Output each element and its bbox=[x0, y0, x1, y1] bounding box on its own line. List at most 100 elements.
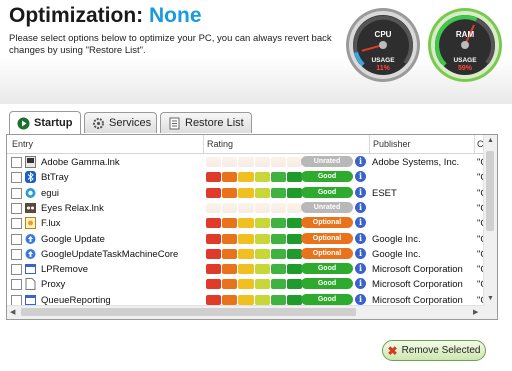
rating-segment bbox=[286, 294, 303, 305]
info-icon[interactable]: i bbox=[355, 263, 366, 275]
tab-startup[interactable]: Startup bbox=[9, 111, 81, 134]
rating-segment bbox=[286, 172, 303, 183]
rating-segment bbox=[254, 279, 270, 290]
tab-restore-list[interactable]: Restore List bbox=[160, 112, 252, 133]
entry-name: Adobe Gamma.lnk bbox=[41, 157, 120, 168]
row-checkbox[interactable] bbox=[11, 264, 22, 276]
table-row[interactable]: GoogleUpdateTaskMachineCore Optional i Goog… bbox=[7, 247, 485, 262]
info-icon[interactable]: i bbox=[355, 232, 366, 244]
row-checkbox[interactable] bbox=[11, 157, 22, 168]
cpu-gauge-label: CPU bbox=[375, 30, 392, 39]
rating-segment bbox=[270, 157, 286, 167]
info-icon[interactable]: i bbox=[355, 278, 366, 290]
scroll-left-icon[interactable]: ◀ bbox=[10, 308, 15, 316]
remove-selected-button[interactable]: ✖ Remove Selected bbox=[382, 340, 486, 361]
row-checkbox[interactable] bbox=[11, 187, 22, 199]
column-rating[interactable]: Rating bbox=[207, 139, 233, 149]
rating-segment bbox=[222, 264, 238, 275]
column-header-row: Entry Rating Publisher Co bbox=[7, 135, 485, 154]
rating-segment bbox=[238, 279, 254, 290]
rating-segment bbox=[286, 202, 303, 213]
rating-segment bbox=[238, 157, 254, 167]
table-row[interactable]: ProxyGoodiMicrosoft Corporation"C: bbox=[7, 277, 485, 292]
rating-segment bbox=[238, 172, 254, 183]
startup-icon bbox=[17, 117, 30, 130]
column-entry[interactable]: Entry bbox=[12, 139, 33, 149]
rating-segment bbox=[222, 248, 238, 259]
row-checkbox[interactable] bbox=[11, 218, 22, 230]
rating-segment bbox=[254, 248, 270, 259]
row-checkbox[interactable] bbox=[11, 172, 22, 184]
info-icon[interactable]: i bbox=[355, 201, 366, 213]
rating-bar bbox=[206, 233, 303, 244]
rating-segment bbox=[270, 187, 286, 198]
rating-bar bbox=[206, 294, 303, 305]
rating-badge: Good bbox=[301, 278, 353, 290]
rating-badge: Good bbox=[301, 171, 353, 183]
rating-segment bbox=[270, 248, 286, 259]
rating-segment bbox=[254, 157, 270, 167]
rating-segment bbox=[238, 294, 254, 305]
row-checkbox[interactable] bbox=[11, 279, 22, 291]
scroll-up-icon[interactable]: ▲ bbox=[487, 137, 494, 144]
rating-segment bbox=[206, 294, 222, 305]
info-icon[interactable]: i bbox=[355, 247, 366, 259]
rating-segment bbox=[206, 187, 222, 198]
google-update-icon bbox=[25, 233, 36, 245]
rating-segment bbox=[222, 157, 238, 167]
rating-segment bbox=[206, 202, 222, 213]
table-row[interactable]: BtTrayGoodi"C: bbox=[7, 170, 485, 185]
rating-segment bbox=[286, 248, 303, 259]
table-row[interactable]: F.luxOptionali"C: bbox=[7, 216, 485, 231]
startup-grid: Entry Rating Publisher Co Adobe Gamma.ln… bbox=[7, 135, 485, 307]
rating-segment bbox=[206, 264, 222, 275]
tab-restore-list-label: Restore List bbox=[185, 117, 244, 129]
cpu-gauge-value: 11% bbox=[376, 65, 390, 72]
rating-segment bbox=[222, 233, 238, 244]
rating-segment bbox=[254, 172, 270, 183]
bluetooth-icon bbox=[25, 171, 36, 184]
row-checkbox[interactable] bbox=[11, 248, 22, 260]
entry-name: egui bbox=[41, 187, 59, 199]
scroll-right-icon[interactable]: ▶ bbox=[473, 308, 478, 316]
rating-segment bbox=[270, 172, 286, 183]
info-icon[interactable]: i bbox=[355, 293, 366, 305]
row-checkbox[interactable] bbox=[11, 233, 22, 245]
table-row[interactable]: Adobe Gamma.lnk Unrated i Adobe Systems, In… bbox=[7, 155, 485, 170]
entry-publisher: Microsoft Corporation bbox=[372, 264, 463, 276]
entry-publisher: ESET bbox=[372, 187, 397, 199]
column-publisher[interactable]: Publisher bbox=[373, 139, 411, 149]
info-icon[interactable]: i bbox=[355, 156, 366, 167]
rating-segment bbox=[286, 233, 303, 244]
scroll-down-icon[interactable]: ▼ bbox=[487, 295, 494, 302]
rating-segment bbox=[222, 187, 238, 198]
table-row[interactable]: LPRemoveGoodiMicrosoft Corporation"C: bbox=[7, 262, 485, 277]
rating-segment bbox=[206, 233, 222, 244]
page-description: Please select options below to optimize … bbox=[9, 33, 332, 56]
rating-bar bbox=[206, 172, 303, 183]
rating-segment bbox=[206, 218, 222, 229]
horizontal-scroll-thumb[interactable] bbox=[21, 308, 356, 316]
rating-segment bbox=[206, 248, 222, 259]
table-row[interactable]: eguiGoodiESET"C: bbox=[7, 186, 485, 201]
table-row[interactable]: Eyes Relax.lnkUnratedi"C: bbox=[7, 201, 485, 216]
row-checkbox[interactable] bbox=[11, 202, 22, 214]
program-icon bbox=[25, 263, 36, 275]
rating-segment bbox=[254, 187, 270, 198]
table-row[interactable]: Google UpdateOptionaliGoogle Inc."C: bbox=[7, 232, 485, 247]
tab-services[interactable]: Services bbox=[84, 112, 157, 133]
info-icon[interactable]: i bbox=[355, 171, 366, 183]
info-icon[interactable]: i bbox=[355, 217, 366, 229]
program-icon bbox=[25, 294, 36, 306]
rating-segment bbox=[286, 187, 303, 198]
header: Optimization: None Please select options… bbox=[0, 0, 512, 104]
rating-segment bbox=[206, 172, 222, 183]
entry-name: GoogleUpdateTaskMachineCore bbox=[41, 248, 179, 260]
vertical-scrollbar[interactable]: ▲ ▼ bbox=[483, 135, 497, 307]
eset-icon bbox=[25, 187, 36, 199]
horizontal-scrollbar[interactable]: ◀ ▶ bbox=[7, 305, 485, 319]
info-icon[interactable]: i bbox=[355, 186, 366, 198]
entry-publisher: Google Inc. bbox=[372, 233, 421, 245]
vertical-scroll-thumb[interactable] bbox=[486, 151, 494, 231]
rating-segment bbox=[238, 202, 254, 213]
